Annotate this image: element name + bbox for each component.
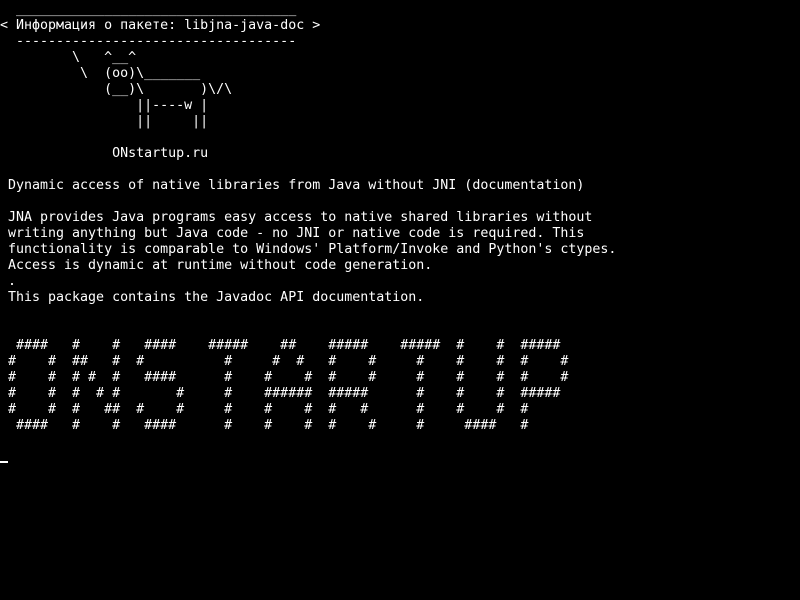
description-line: Access is dynamic at runtime without cod…: [8, 258, 433, 273]
cow-line: || ||: [8, 114, 209, 129]
banner-line: # # # # # # # ###### ##### # # # #####: [8, 386, 561, 401]
banner-line: #### # # #### ##### ## ##### ##### # # #…: [8, 338, 561, 353]
description-line: .: [8, 274, 17, 289]
description-line: functionality is comparable to Windows' …: [8, 242, 617, 257]
package-summary: Dynamic access of native libraries from …: [8, 178, 585, 193]
banner-line: # # ## # # # # # # # # # # # #: [8, 354, 569, 369]
banner-line: #### # # #### # # # # # # #### #: [8, 418, 529, 433]
cow-line: \ ^__^: [8, 50, 137, 65]
balloon-top-border: ___________________________________: [8, 2, 297, 17]
cow-line: \ (oo)\_______: [8, 66, 201, 81]
banner-line: # # # ## # # # # # # # # # # #: [8, 402, 529, 417]
site-name: ONstartup.ru: [8, 146, 209, 161]
cow-line: ||----w |: [8, 98, 209, 113]
description-line: JNA provides Java programs easy access t…: [8, 210, 593, 225]
balloon-bottom-border: -----------------------------------: [8, 34, 297, 49]
cow-line: (__)\ )\/\: [8, 82, 233, 97]
description-line: This package contains the Javadoc API do…: [8, 290, 425, 305]
balloon-text: < Информация о пакете: libjna-java-doc >: [0, 18, 321, 33]
banner-line: # # # # # #### # # # # # # # # # #: [8, 370, 569, 385]
text-cursor: [0, 461, 8, 463]
terminal-screen: ___________________________________ < Ин…: [0, 0, 800, 600]
description-line: writing anything but Java code - no JNI …: [8, 226, 585, 241]
